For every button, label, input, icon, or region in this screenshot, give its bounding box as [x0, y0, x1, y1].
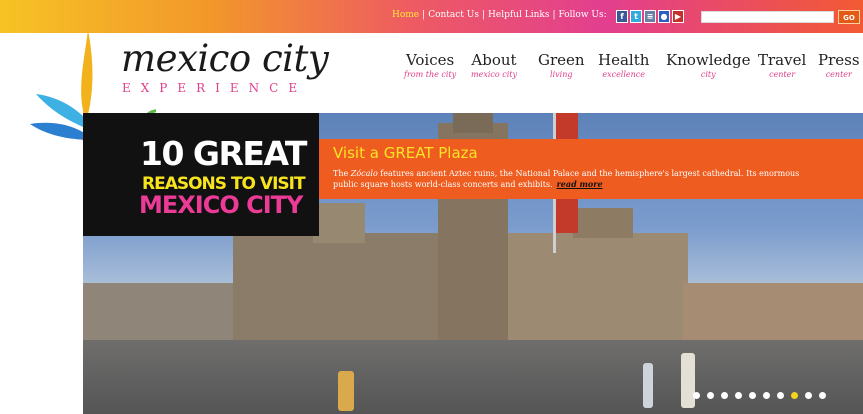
slide-dot[interactable] [707, 392, 714, 399]
slide-dot[interactable] [749, 392, 756, 399]
search-input[interactable] [701, 11, 834, 23]
slide-dot[interactable] [693, 392, 700, 399]
plaza-ground [83, 340, 863, 414]
slide-dot[interactable] [791, 392, 798, 399]
search-go-button[interactable]: GO [838, 10, 860, 24]
utility-links: Home | Contact Us | Helpful Links | Follow Us: [392, 10, 607, 20]
tabernacle-dome [573, 208, 633, 238]
site-logo-title[interactable]: mexico city [121, 39, 329, 79]
follow-us-label: Follow Us: [558, 10, 607, 20]
slide-dot[interactable] [735, 392, 742, 399]
caption-heading[interactable]: Visit a GREAT Plaza [333, 144, 478, 162]
slide-dot[interactable] [777, 392, 784, 399]
tabernacle-building [508, 233, 688, 343]
news-icon[interactable]: ≡ [644, 10, 656, 23]
slide-dot[interactable] [819, 392, 826, 399]
site-logo-subtitle: EXPERIENCE [122, 81, 308, 95]
cathedral-dome [313, 203, 365, 243]
helpful-links-link[interactable]: Helpful Links [488, 10, 549, 20]
person-figure [643, 363, 653, 408]
youtube-icon[interactable]: ▶ [672, 10, 684, 23]
slide-dot[interactable] [763, 392, 770, 399]
nav-voices[interactable]: Voices from the city [404, 51, 456, 81]
nav-green[interactable]: Green living [538, 51, 585, 81]
cathedral-facade [233, 233, 443, 343]
facebook-icon[interactable]: f [616, 10, 628, 23]
person-figure [338, 371, 354, 411]
contact-us-link[interactable]: Contact Us [428, 10, 479, 20]
nav-press[interactable]: Press center [818, 51, 860, 81]
nav-health[interactable]: Health excellence [598, 51, 649, 81]
promo-city-name: MEXICO CITY [139, 191, 303, 219]
caption-description: The Zócalo features ancient Aztec ruins,… [333, 169, 800, 189]
promo-headline: 10 GREAT [140, 134, 307, 173]
read-more-link[interactable]: read more [557, 179, 603, 189]
flickr-icon[interactable]: ● [658, 10, 670, 23]
person-figure [681, 353, 695, 408]
nav-about[interactable]: About mexico city [471, 51, 517, 81]
left-buildings [83, 283, 233, 343]
home-link[interactable]: Home [392, 10, 419, 20]
palace-building [683, 283, 863, 343]
tower-top [453, 113, 493, 133]
nav-knowledge[interactable]: Knowledge city [666, 51, 751, 81]
slide-dot[interactable] [805, 392, 812, 399]
twitter-icon[interactable]: t [630, 10, 642, 23]
nav-travel[interactable]: Travel center [758, 51, 806, 81]
slide-dot[interactable] [721, 392, 728, 399]
